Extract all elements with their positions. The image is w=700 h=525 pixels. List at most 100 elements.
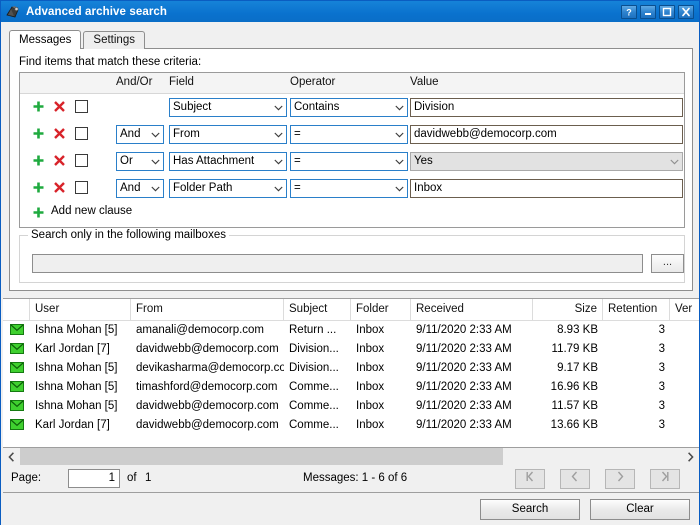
table-row[interactable]: Karl Jordan [7] davidwebb@democorp.com D… xyxy=(3,340,699,359)
cell-size: 11.57 KB xyxy=(533,397,603,416)
window-controls: ? xyxy=(621,5,694,19)
scroll-right-icon[interactable] xyxy=(682,448,699,465)
row-andor-combo[interactable]: And xyxy=(116,125,164,144)
row-operator-combo[interactable]: = xyxy=(290,152,408,171)
page-total-count: 1 xyxy=(145,472,151,484)
mailboxes-input[interactable] xyxy=(32,254,643,273)
mailboxes-browse-button[interactable]: ... xyxy=(651,254,684,273)
close-button[interactable] xyxy=(678,5,694,19)
help-button[interactable]: ? xyxy=(621,5,637,19)
remove-row-icon[interactable] xyxy=(53,181,66,194)
row-operator-combo[interactable]: = xyxy=(290,125,408,144)
cell-folder: Inbox xyxy=(351,340,411,359)
scroll-left-icon[interactable] xyxy=(3,448,20,465)
table-row[interactable]: Ishna Mohan [5] amanali@democorp.com Ret… xyxy=(3,321,699,340)
tab-settings[interactable]: Settings xyxy=(83,31,145,49)
row-operator-combo[interactable]: Contains xyxy=(290,98,408,117)
table-row[interactable]: Karl Jordan [7] davidwebb@democorp.com C… xyxy=(3,416,699,435)
remove-row-icon[interactable] xyxy=(53,154,66,167)
table-row[interactable]: Ishna Mohan [5] davidwebb@democorp.com C… xyxy=(3,397,699,416)
column-header-subject[interactable]: Subject xyxy=(284,299,351,320)
cell-from: timashford@democorp.com xyxy=(131,378,284,397)
column-header-operator: Operator xyxy=(290,76,335,88)
column-header-from[interactable]: From xyxy=(131,299,284,320)
column-header-value: Value xyxy=(410,76,439,88)
results-header-row: User From Subject Folder Received Size R… xyxy=(3,299,699,321)
row-value-input[interactable]: Inbox xyxy=(410,179,683,198)
row-andor-value: And xyxy=(117,126,147,143)
row-select-checkbox[interactable] xyxy=(75,100,88,113)
first-page-button[interactable] xyxy=(515,469,545,489)
column-header-size[interactable]: Size xyxy=(533,299,603,320)
cell-from: amanali@democorp.com xyxy=(131,321,284,340)
column-header-received[interactable]: Received xyxy=(411,299,533,320)
cell-retention: 3 xyxy=(603,397,670,416)
scrollbar-track[interactable] xyxy=(20,448,682,465)
criteria-grid-header: And/Or Field Operator Value xyxy=(20,73,684,94)
row-select-checkbox[interactable] xyxy=(75,127,88,140)
row-field-combo[interactable]: Subject xyxy=(169,98,287,117)
row-andor-cell xyxy=(116,98,164,117)
row-select-checkbox[interactable] xyxy=(75,154,88,167)
cell-folder: Inbox xyxy=(351,378,411,397)
cell-retention: 3 xyxy=(603,340,670,359)
cell-subject: Comme... xyxy=(284,397,351,416)
last-page-button[interactable] xyxy=(650,469,680,489)
cell-subject: Division... xyxy=(284,359,351,378)
row-value-combo[interactable]: Yes xyxy=(410,152,683,171)
row-andor-value: Or xyxy=(117,153,147,170)
add-clause-icon[interactable] xyxy=(32,206,45,219)
cell-received: 9/11/2020 2:33 AM xyxy=(411,340,533,359)
row-value-text: davidwebb@democorp.com xyxy=(410,125,683,144)
cell-size: 8.93 KB xyxy=(533,321,603,340)
criteria-instruction: Find items that match these criteria: xyxy=(19,56,201,68)
cell-from: davidwebb@democorp.com xyxy=(131,340,284,359)
previous-page-button[interactable] xyxy=(560,469,590,489)
clear-button[interactable]: Clear xyxy=(590,499,690,520)
row-select-checkbox[interactable] xyxy=(75,181,88,194)
criteria-row: And Folder Path xyxy=(20,175,684,202)
column-header-folder[interactable]: Folder xyxy=(351,299,411,320)
column-header-icon[interactable] xyxy=(3,299,30,320)
column-header-ver[interactable]: Ver xyxy=(670,299,699,320)
row-value-input[interactable]: Division xyxy=(410,98,683,117)
cell-subject: Comme... xyxy=(284,378,351,397)
chevron-down-icon xyxy=(270,99,286,116)
search-button[interactable]: Search xyxy=(480,499,580,520)
add-new-clause-row[interactable]: Add new clause xyxy=(20,202,684,224)
add-row-icon[interactable] xyxy=(32,154,45,167)
row-field-combo[interactable]: Has Attachment xyxy=(169,152,287,171)
row-andor-combo[interactable]: Or xyxy=(116,152,164,171)
add-row-icon[interactable] xyxy=(32,181,45,194)
cell-size: 11.79 KB xyxy=(533,340,603,359)
row-value-input[interactable]: davidwebb@democorp.com xyxy=(410,125,683,144)
cell-size: 16.96 KB xyxy=(533,378,603,397)
row-andor-value: And xyxy=(117,180,147,197)
add-row-icon[interactable] xyxy=(32,127,45,140)
column-header-user[interactable]: User xyxy=(30,299,131,320)
row-operator-combo[interactable]: = xyxy=(290,179,408,198)
row-operator-value: = xyxy=(291,126,391,143)
cell-retention: 3 xyxy=(603,416,670,435)
cell-subject: Division... xyxy=(284,340,351,359)
minimize-button[interactable] xyxy=(640,5,656,19)
results-horizontal-scrollbar[interactable] xyxy=(3,448,699,465)
tab-settings-label: Settings xyxy=(93,34,135,46)
add-row-icon[interactable] xyxy=(32,100,45,113)
remove-row-icon[interactable] xyxy=(53,100,66,113)
next-page-button[interactable] xyxy=(605,469,635,489)
column-header-retention[interactable]: Retention xyxy=(603,299,670,320)
scrollbar-thumb[interactable] xyxy=(20,448,503,465)
page-number-input[interactable]: 1 xyxy=(68,469,120,488)
table-row[interactable]: Ishna Mohan [5] devikasharma@democorp.co… xyxy=(3,359,699,378)
row-field-combo[interactable]: Folder Path xyxy=(169,179,287,198)
criteria-row: Or Has Attachment xyxy=(20,148,684,175)
remove-row-icon[interactable] xyxy=(53,127,66,140)
row-operator-value: Contains xyxy=(291,99,391,116)
table-row[interactable]: Ishna Mohan [5] timashford@democorp.com … xyxy=(3,378,699,397)
chevron-down-icon xyxy=(666,153,682,170)
maximize-button[interactable] xyxy=(659,5,675,19)
row-andor-combo[interactable]: And xyxy=(116,179,164,198)
cell-ver xyxy=(670,321,699,340)
row-field-combo[interactable]: From xyxy=(169,125,287,144)
